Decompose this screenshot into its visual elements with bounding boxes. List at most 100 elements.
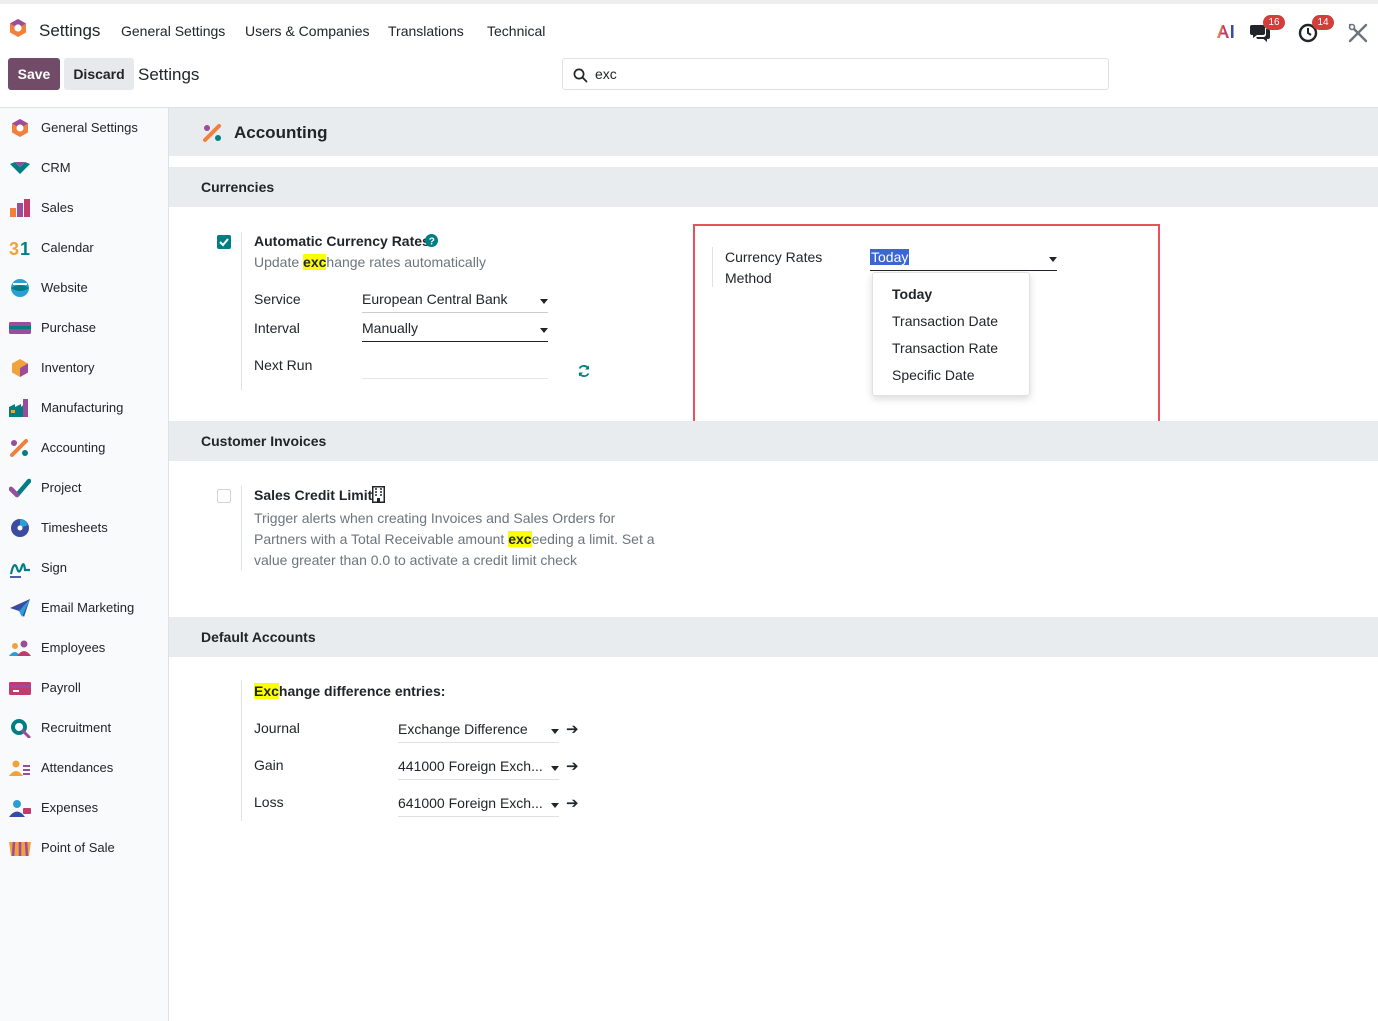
service-select[interactable]: European Central Bank <box>362 291 548 313</box>
chevron-down-icon <box>551 766 559 771</box>
point-of-sale-icon <box>9 841 31 857</box>
exchange-difference-heading: Exchange difference entries: <box>254 683 445 699</box>
description-text: Update <box>254 254 304 270</box>
sidebar-item-payroll[interactable]: Payroll <box>0 668 168 708</box>
sidebar-item-label: Manufacturing <box>41 400 124 415</box>
messages-count-badge: 16 <box>1263 15 1285 30</box>
sidebar-item-label: Payroll <box>41 680 81 695</box>
sign-icon <box>9 563 30 578</box>
automatic-currency-rates-checkbox[interactable] <box>217 235 231 249</box>
dropdown-option-transaction-rate[interactable]: Transaction Rate <box>892 340 998 356</box>
sidebar-item-label: Email Marketing <box>41 600 135 615</box>
loss-account-select[interactable]: 641000 Foreign Exch... <box>398 795 559 817</box>
menu-translations[interactable]: Translations <box>388 23 464 39</box>
description-text: eeding a limit. Set a <box>531 531 655 547</box>
debug-tools-icon[interactable] <box>1347 22 1369 44</box>
menu-users-companies[interactable]: Users & Companies <box>245 23 370 39</box>
sales-icon <box>10 199 30 217</box>
sidebar-item-inventory[interactable]: Inventory <box>0 348 168 388</box>
dropdown-option-today[interactable]: Today <box>892 286 932 302</box>
description-text: Partners with a Total Receivable amount <box>254 531 509 547</box>
dropdown-option-specific-date[interactable]: Specific Date <box>892 367 974 383</box>
general-settings-icon <box>12 119 28 137</box>
app-title[interactable]: Settings <box>39 21 100 41</box>
checkmark-icon <box>219 238 229 247</box>
sidebar-item-crm[interactable]: CRM <box>0 148 168 188</box>
section-header-default-accounts: Default Accounts <box>169 617 1378 657</box>
sidebar-item-manufacturing[interactable]: Manufacturing <box>0 388 168 428</box>
section-header-customer-invoices: Customer Invoices <box>169 421 1378 461</box>
payroll-icon <box>9 682 31 695</box>
email-marketing-icon <box>10 599 30 617</box>
sidebar-item-label: General Settings <box>41 120 138 135</box>
control-panel: Save Discard Settings <box>0 52 1378 108</box>
settings-content: Accounting Currencies Automatic Currency… <box>169 108 1378 1021</box>
loss-open-arrow-icon[interactable]: ➔ <box>566 794 579 812</box>
discard-button[interactable]: Discard <box>64 58 134 90</box>
sidebar-item-label: Expenses <box>41 800 99 815</box>
section-title: Default Accounts <box>201 629 316 645</box>
description-line: value greater than 0.0 to activate a cre… <box>254 552 577 568</box>
sidebar-item-website[interactable]: Website <box>0 268 168 308</box>
sidebar-item-attendances[interactable]: Attendances <box>0 748 168 788</box>
sidebar-item-sales[interactable]: Sales <box>0 188 168 228</box>
help-icon[interactable]: ? <box>425 234 438 247</box>
svg-text:3: 3 <box>9 239 19 258</box>
section-title: Customer Invoices <box>201 433 327 449</box>
ai-icon[interactable] <box>1215 20 1237 42</box>
sidebar-item-point-of-sale[interactable]: Point of Sale <box>0 828 168 868</box>
next-run-date-field[interactable] <box>362 357 548 379</box>
gain-open-arrow-icon[interactable]: ➔ <box>566 757 579 775</box>
interval-select[interactable]: Manually <box>362 320 548 342</box>
svg-text:?: ? <box>429 237 435 248</box>
save-button[interactable]: Save <box>8 58 60 90</box>
chevron-down-icon <box>551 729 559 734</box>
setting-description: Update exchange rates automatically <box>254 254 486 270</box>
sidebar-item-general-settings[interactable]: General Settings <box>0 108 168 148</box>
sidebar-item-timesheets[interactable]: Timesheets <box>0 508 168 548</box>
search-highlight: exc <box>508 531 532 547</box>
sales-credit-limit-checkbox[interactable] <box>217 489 231 503</box>
gain-account-select[interactable]: 441000 Foreign Exch... <box>398 758 559 780</box>
journal-select[interactable]: Exchange Difference <box>398 721 559 743</box>
sidebar-item-expenses[interactable]: Expenses <box>0 788 168 828</box>
setting-divider <box>241 232 242 390</box>
manufacturing-icon <box>9 399 28 417</box>
sidebar-item-email-marketing[interactable]: Email Marketing <box>0 588 168 628</box>
timesheets-icon <box>11 519 29 537</box>
next-run-label: Next Run <box>254 357 313 373</box>
refresh-icon[interactable] <box>577 364 591 378</box>
chevron-down-icon <box>540 328 548 333</box>
sidebar-item-accounting[interactable]: Accounting <box>0 428 168 468</box>
sidebar-item-label: Sales <box>41 200 74 215</box>
sidebar-item-label: Website <box>41 280 88 295</box>
sidebar-item-project[interactable]: Project <box>0 468 168 508</box>
chevron-down-icon <box>540 299 548 304</box>
sidebar-item-label: Inventory <box>41 360 95 375</box>
setting-divider <box>241 486 242 570</box>
sidebar-item-purchase[interactable]: Purchase <box>0 308 168 348</box>
sidebar-item-calendar[interactable]: 31 Calendar <box>0 228 168 268</box>
section-header-currencies: Currencies <box>169 167 1378 207</box>
dropdown-option-transaction-date[interactable]: Transaction Date <box>892 313 998 329</box>
sidebar-item-label: Point of Sale <box>41 840 115 855</box>
search-input[interactable] <box>595 66 1095 82</box>
settings-app: Settings General Settings Users & Compan… <box>0 0 1378 1021</box>
settings-app-icon[interactable] <box>8 18 28 38</box>
search-box[interactable] <box>562 58 1109 90</box>
setting-description: Trigger alerts when creating Invoices an… <box>254 508 655 571</box>
sidebar-item-employees[interactable]: Employees <box>0 628 168 668</box>
app-section-header: Accounting <box>169 108 1378 156</box>
menu-general-settings[interactable]: General Settings <box>121 23 225 39</box>
accounting-icon <box>203 124 221 142</box>
sidebar-item-label: Employees <box>41 640 106 655</box>
journal-open-arrow-icon[interactable]: ➔ <box>566 720 579 738</box>
accounting-icon <box>10 439 28 457</box>
search-highlight: Exc <box>254 683 279 699</box>
search-highlight: exc <box>303 254 327 270</box>
crm-icon <box>10 162 30 174</box>
menu-technical[interactable]: Technical <box>487 23 545 39</box>
sidebar-item-sign[interactable]: Sign <box>0 548 168 588</box>
sidebar-item-recruitment[interactable]: Recruitment <box>0 708 168 748</box>
top-navbar: Settings General Settings Users & Compan… <box>0 0 1378 52</box>
